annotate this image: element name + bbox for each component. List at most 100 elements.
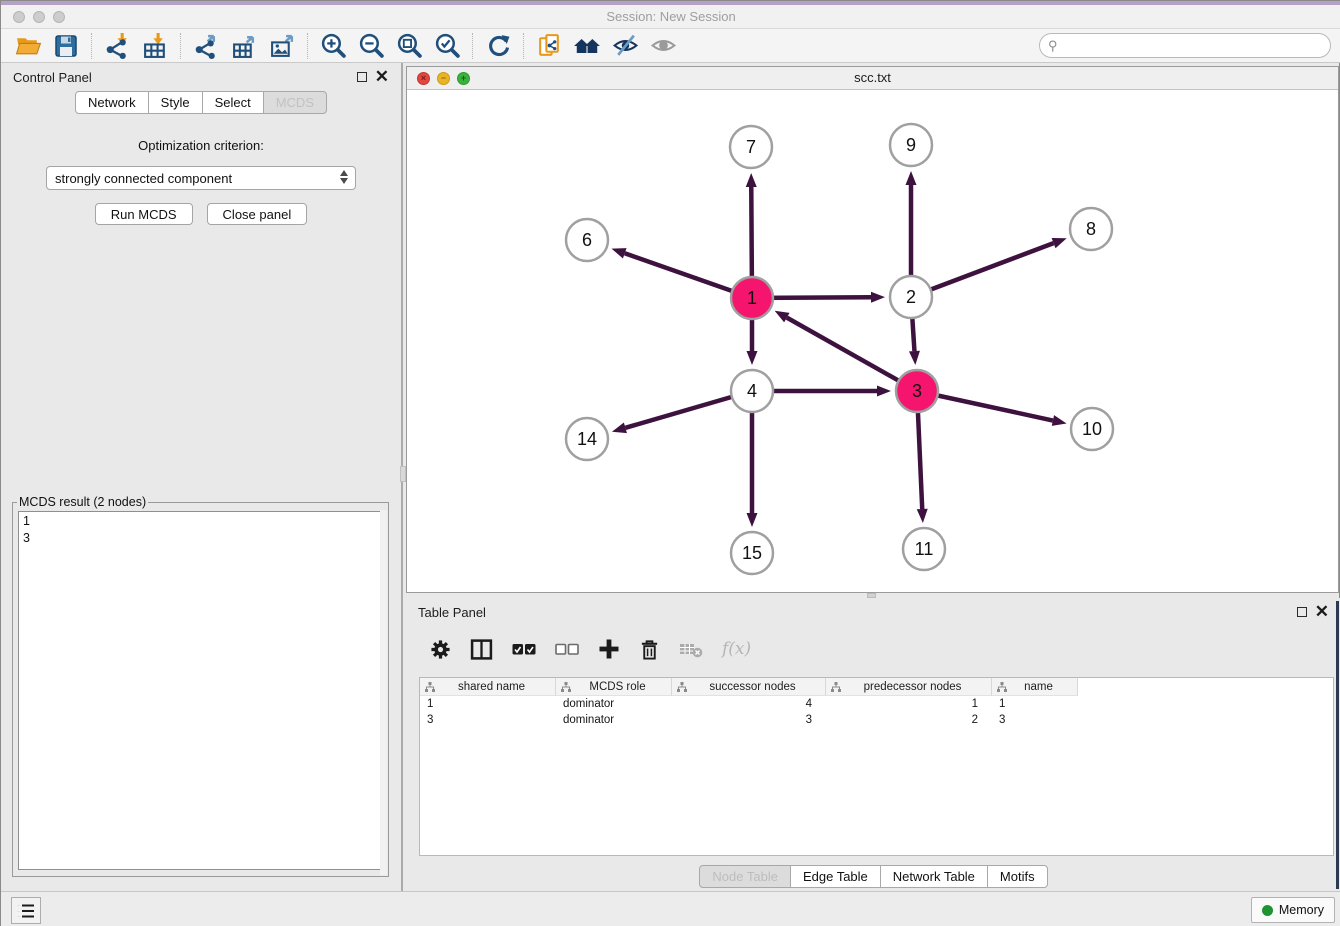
table-row[interactable]: 1dominator411 bbox=[420, 696, 1333, 712]
network-view-window: × − + scc.txt 7968124314101511 bbox=[406, 66, 1339, 593]
node-label-6: 6 bbox=[582, 230, 592, 250]
refresh-button[interactable] bbox=[479, 31, 517, 61]
control-panel-title: Control Panel bbox=[13, 70, 92, 85]
arrowhead-2-3 bbox=[909, 351, 920, 365]
column-view-icon bbox=[470, 638, 493, 661]
table-cell[interactable]: 3 bbox=[672, 712, 826, 728]
table-cell[interactable]: 1 bbox=[992, 696, 1078, 712]
zoom-fit-button[interactable] bbox=[390, 31, 428, 61]
home-button[interactable] bbox=[568, 31, 606, 61]
table-cell[interactable]: 4 bbox=[672, 696, 826, 712]
table-cell[interactable]: 3 bbox=[420, 712, 556, 728]
node-label-7: 7 bbox=[746, 137, 756, 157]
export-table-button[interactable] bbox=[225, 31, 263, 61]
memory-label: Memory bbox=[1279, 903, 1324, 917]
float-panel-icon[interactable] bbox=[357, 72, 367, 82]
table-cell[interactable]: 1 bbox=[826, 696, 992, 712]
delete-row-button[interactable] bbox=[639, 638, 660, 661]
table-cell[interactable]: 2 bbox=[826, 712, 992, 728]
table-body: 1dominator4113dominator323 bbox=[420, 696, 1333, 728]
select-all-button[interactable] bbox=[512, 643, 536, 656]
tab-style[interactable]: Style bbox=[148, 91, 203, 114]
table-row[interactable]: 3dominator323 bbox=[420, 712, 1333, 728]
mcds-result-group: MCDS result (2 nodes) 1 3 bbox=[12, 495, 389, 877]
table-cell[interactable]: dominator bbox=[556, 696, 672, 712]
arrowhead-3-1 bbox=[775, 311, 790, 323]
tab-edge-table[interactable]: Edge Table bbox=[790, 865, 881, 888]
tab-network-table[interactable]: Network Table bbox=[880, 865, 988, 888]
arrowhead-2-9 bbox=[906, 171, 917, 185]
mcds-result-text[interactable]: 1 3 bbox=[18, 511, 382, 870]
table-header-row: shared name MCDS rolesuccessor nodes prede… bbox=[420, 678, 1333, 696]
column-view-button[interactable] bbox=[470, 638, 493, 661]
column-header-successor-nodes[interactable]: successor nodes bbox=[672, 678, 826, 696]
deselect-all-button[interactable] bbox=[555, 643, 579, 656]
float-table-panel-icon[interactable] bbox=[1297, 607, 1307, 617]
table-cell[interactable]: dominator bbox=[556, 712, 672, 728]
column-header-MCDS-role[interactable]: MCDS role bbox=[556, 678, 672, 696]
export-table-icon bbox=[231, 32, 258, 59]
node-table[interactable]: shared name MCDS rolesuccessor nodes prede… bbox=[419, 677, 1334, 856]
column-label: name bbox=[1010, 681, 1077, 693]
hierarchy-icon bbox=[997, 682, 1007, 692]
column-header-shared-name[interactable]: shared name bbox=[420, 678, 556, 696]
task-history-button[interactable] bbox=[11, 897, 41, 924]
hierarchy-icon bbox=[425, 682, 435, 692]
network-graph-canvas[interactable]: 7968124314101511 bbox=[407, 90, 1338, 592]
plus-icon bbox=[598, 638, 620, 660]
clone-network-icon bbox=[536, 32, 563, 59]
show-graphics-details-button[interactable] bbox=[644, 31, 682, 61]
zoom-out-icon bbox=[358, 32, 385, 59]
column-header-predecessor-nodes[interactable]: predecessor nodes bbox=[826, 678, 992, 696]
tab-select[interactable]: Select bbox=[202, 91, 264, 114]
close-panel-button[interactable]: Close panel bbox=[207, 203, 308, 225]
close-panel-icon[interactable]: ✕ bbox=[375, 72, 389, 82]
table-panel: Table Panel ✕ bbox=[406, 598, 1340, 891]
hide-graphics-details-button[interactable] bbox=[606, 31, 644, 61]
result-scrollbar[interactable] bbox=[380, 510, 387, 875]
table-cell[interactable]: 3 bbox=[992, 712, 1078, 728]
import-table-icon bbox=[142, 32, 169, 59]
table-tabs: Node TableEdge TableNetwork TableMotifs bbox=[406, 865, 1340, 888]
close-table-panel-icon[interactable]: ✕ bbox=[1315, 607, 1329, 617]
search-input[interactable] bbox=[1039, 33, 1331, 58]
hierarchy-icon bbox=[561, 682, 571, 692]
run-mcds-button[interactable]: Run MCDS bbox=[95, 203, 193, 225]
network-titlebar[interactable]: × − + scc.txt bbox=[407, 67, 1338, 90]
tab-motifs[interactable]: Motifs bbox=[987, 865, 1048, 888]
zoom-out-button[interactable] bbox=[352, 31, 390, 61]
toolbar-separator bbox=[523, 33, 524, 59]
delete-table-button-disabled bbox=[679, 640, 703, 658]
zoom-in-button[interactable] bbox=[314, 31, 352, 61]
edge-3-1[interactable] bbox=[787, 318, 917, 391]
window-title: Session: New Session bbox=[1, 9, 1340, 24]
memory-status-icon bbox=[1262, 905, 1273, 916]
tab-mcds[interactable]: MCDS bbox=[263, 91, 327, 114]
add-row-button[interactable] bbox=[598, 638, 620, 660]
memory-button[interactable]: Memory bbox=[1251, 897, 1335, 923]
export-network-button[interactable] bbox=[187, 31, 225, 61]
select-stepper-icon bbox=[340, 170, 348, 184]
search-icon: ⚲ bbox=[1048, 38, 1058, 54]
clone-network-button[interactable] bbox=[530, 31, 568, 61]
column-label: predecessor nodes bbox=[844, 681, 991, 693]
edge-2-8[interactable] bbox=[911, 243, 1054, 297]
open-session-button[interactable] bbox=[9, 31, 47, 61]
save-session-button[interactable] bbox=[47, 31, 85, 61]
table-settings-button[interactable] bbox=[430, 639, 451, 660]
table-toolbar: f(x) bbox=[430, 634, 1340, 664]
criterion-select[interactable]: strongly connected component bbox=[46, 166, 356, 190]
column-header-name[interactable]: name bbox=[992, 678, 1078, 696]
tab-node-table[interactable]: Node Table bbox=[699, 865, 791, 888]
import-network-button[interactable] bbox=[98, 31, 136, 61]
column-label: MCDS role bbox=[574, 681, 671, 693]
control-panel-header: Control Panel ✕ bbox=[1, 63, 401, 91]
gear-icon bbox=[430, 639, 451, 660]
toolbar-separator bbox=[472, 33, 473, 59]
table-cell[interactable]: 1 bbox=[420, 696, 556, 712]
export-image-button[interactable] bbox=[263, 31, 301, 61]
zoom-selected-button[interactable] bbox=[428, 31, 466, 61]
import-table-button[interactable] bbox=[136, 31, 174, 61]
node-label-10: 10 bbox=[1082, 419, 1102, 439]
tab-network[interactable]: Network bbox=[75, 91, 149, 114]
